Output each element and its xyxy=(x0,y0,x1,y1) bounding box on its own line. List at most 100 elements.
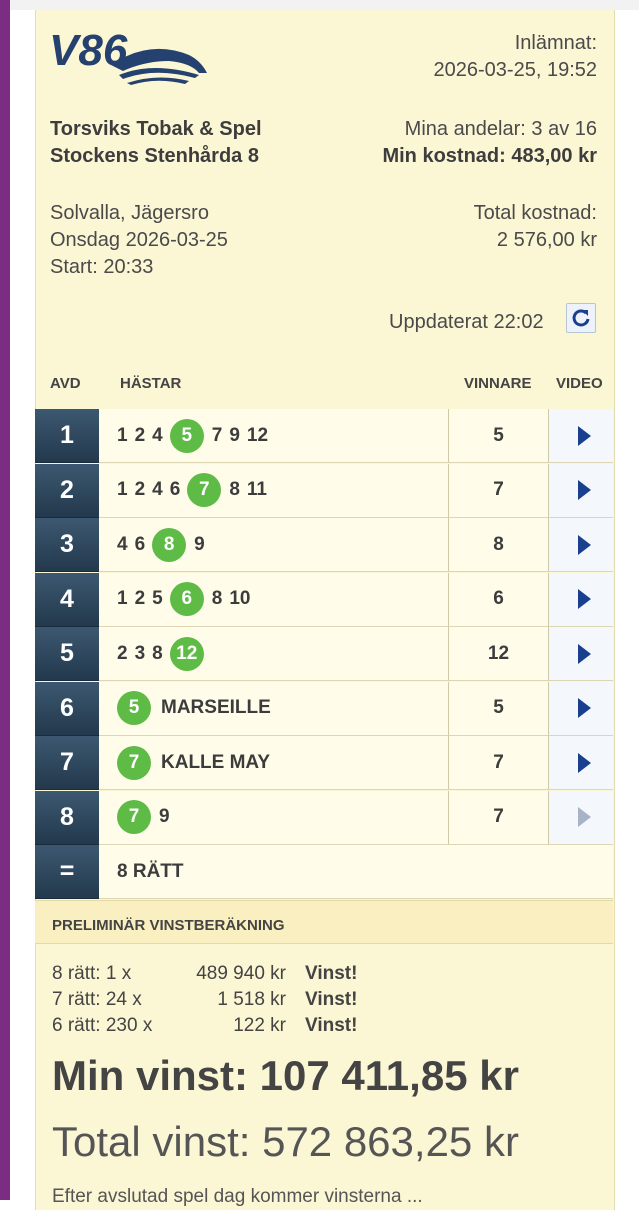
win-line-label: 6 rätt: 230 x xyxy=(52,1015,153,1036)
store-name: Torsviks Tobak & Spel xyxy=(50,118,262,140)
race-number: 1 xyxy=(35,409,99,463)
race-row: 6 5 MARSEILLE 5 xyxy=(35,681,613,736)
my-win: Min vinst: 107 411,85 kr xyxy=(52,1052,519,1099)
play-icon xyxy=(577,752,591,773)
win-line-label: 7 rätt: 24 x xyxy=(52,989,142,1010)
video-button[interactable] xyxy=(549,409,613,463)
summary-symbol: = xyxy=(35,845,99,899)
start-time: Start: 20:33 xyxy=(50,256,154,278)
top-strip xyxy=(0,0,639,10)
tracks: Solvalla, Jägersro xyxy=(50,202,209,224)
video-button[interactable] xyxy=(549,627,613,681)
total-win: Total vinst: 572 863,25 kr xyxy=(52,1118,519,1165)
refresh-button[interactable] xyxy=(566,303,596,333)
horse-picks: 1 2 4 5 7 9 12 xyxy=(99,409,449,463)
winning-horse-badge: 6 xyxy=(169,582,204,616)
winner-number: 7 xyxy=(449,790,549,845)
winning-horse-badge: 12 xyxy=(169,636,204,671)
horse-number: 4 xyxy=(117,533,128,555)
race-row: 1 1 2 4 5 7 9 12 5 xyxy=(35,409,613,463)
col-winner: VINNARE xyxy=(464,375,532,392)
winner-number: 7 xyxy=(449,463,549,518)
horse-number: 2 xyxy=(134,424,146,446)
horse-picks: 79 xyxy=(99,790,449,845)
play-icon xyxy=(577,643,591,664)
race-row: 7 7 KALLE MAY 7 xyxy=(35,736,613,790)
video-button[interactable] xyxy=(549,518,613,572)
logo-text: V86 xyxy=(49,26,128,75)
team-name: Stockens Stenhårda 8 xyxy=(50,145,259,167)
horse-number: 4 xyxy=(152,424,163,446)
horse-number: 2 xyxy=(134,479,146,500)
col-avd: AVD xyxy=(50,375,81,392)
horse-number: 8 xyxy=(152,642,163,664)
winning-horse-badge: 5 xyxy=(117,691,151,725)
horse-number: 6 xyxy=(134,533,146,555)
submitted-time: 2026-03-25, 19:52 xyxy=(433,59,597,81)
play-icon xyxy=(577,480,591,500)
winner-number: 8 xyxy=(449,518,549,572)
winner-number: 5 xyxy=(449,681,549,736)
play-icon xyxy=(577,589,591,609)
horse-number: 1 xyxy=(117,588,128,609)
my-cost: Min kostnad: 483,00 kr xyxy=(382,145,597,167)
race-number: 6 xyxy=(35,681,99,736)
horse-number: 12 xyxy=(246,424,269,446)
video-button xyxy=(549,790,613,845)
horse-number: 1 xyxy=(117,424,128,446)
cut-text: Efter avslutad spel dag kommer vinsterna… xyxy=(52,1186,423,1207)
total-cost-label: Total kostnad: xyxy=(473,202,597,224)
horse-number: 10 xyxy=(229,588,251,609)
play-icon xyxy=(577,425,591,446)
race-row: 4 1 2 5 6 8 10 6 xyxy=(35,572,613,627)
race-row: 5 2 3 8 12 12 xyxy=(35,627,613,681)
video-button[interactable] xyxy=(549,572,613,627)
play-icon xyxy=(577,807,591,827)
win-line-label: 8 rätt: 1 x xyxy=(52,963,132,984)
winner-number: 6 xyxy=(449,572,549,627)
horse-number: 1 xyxy=(117,479,128,500)
horse-number: 2 xyxy=(117,642,128,664)
horse-name: MARSEILLE xyxy=(161,697,271,718)
horse-name: KALLE MAY xyxy=(161,751,271,773)
horse-picks: 1 2 4 6 7 8 11 xyxy=(99,463,449,518)
race-number: 8 xyxy=(35,790,99,845)
win-line-amount: 1 518 kr xyxy=(217,989,286,1010)
winning-horse-badge: 8 xyxy=(152,527,187,562)
win-line-status: Vinst! xyxy=(305,1015,358,1036)
horse-picks: 2 3 8 12 xyxy=(99,627,449,681)
video-button[interactable] xyxy=(549,736,613,790)
horse-number: 8 xyxy=(211,588,223,609)
winning-horse-badge: 7 xyxy=(117,800,151,834)
total-cost-value: 2 576,00 kr xyxy=(496,229,597,251)
winner-number: 7 xyxy=(449,736,549,790)
winning-horse-badge: 7 xyxy=(117,745,151,780)
winning-horse-badge: 5 xyxy=(169,418,204,453)
col-horses: HÄSTAR xyxy=(120,375,182,392)
win-line-status: Vinst! xyxy=(305,963,358,984)
accent-strip xyxy=(0,0,10,1200)
win-line-status: Vinst! xyxy=(305,989,358,1010)
race-number: 5 xyxy=(35,627,99,681)
horse-number: 6 xyxy=(169,479,181,500)
horse-number: 2 xyxy=(134,588,146,609)
winner-number: 12 xyxy=(449,627,549,681)
horse-number: 7 xyxy=(211,424,223,446)
race-row: 346898 xyxy=(35,518,613,572)
video-button[interactable] xyxy=(549,463,613,518)
race-row: 2 1 2 4 6 7 8 11 7 xyxy=(35,463,613,518)
play-icon xyxy=(577,698,591,718)
play-icon xyxy=(577,534,591,555)
video-button[interactable] xyxy=(549,681,613,736)
prelim-title: PRELIMINÄR VINSTBERÄKNING xyxy=(35,900,613,944)
horse-number: 11 xyxy=(246,479,267,500)
race-number: 2 xyxy=(35,463,99,518)
horse-number: 3 xyxy=(134,642,146,664)
shares-text: Mina andelar: 3 av 16 xyxy=(404,118,597,140)
race-number: 4 xyxy=(35,572,99,627)
winning-horse-badge: 7 xyxy=(187,473,222,507)
horse-number: 9 xyxy=(194,533,205,555)
win-line-amount: 489 940 kr xyxy=(196,963,286,984)
updated-time: Uppdaterat 22:02 xyxy=(389,311,544,333)
horse-number: 4 xyxy=(152,479,163,500)
